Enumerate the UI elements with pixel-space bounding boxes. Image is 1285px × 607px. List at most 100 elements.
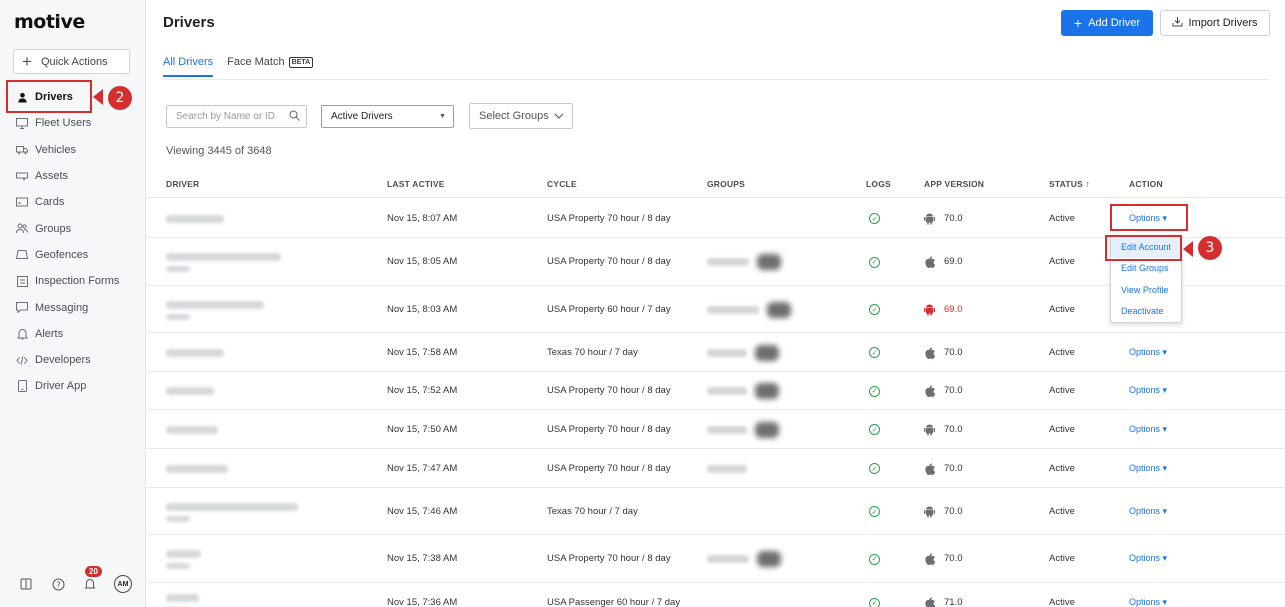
menu-item-view-profile[interactable]: View Profile [1111,279,1181,301]
sidebar-item-cards[interactable]: Cards [0,189,146,215]
group-tag-redacted [757,551,781,567]
code-icon [16,354,28,366]
table-row[interactable]: Nov 15, 7:36 AM USA Passenger 60 hour / 7… [146,583,1285,607]
log-ok-icon[interactable]: ✓ [869,597,880,607]
column-app-version[interactable]: APP VERSION [924,179,984,189]
last-active-cell: Nov 15, 7:58 AM [387,346,458,358]
apple-icon [923,384,936,398]
options-dropdown-button[interactable]: Options ▾ [1129,347,1167,358]
sidebar-item-label: Driver App [35,380,87,393]
book-icon[interactable] [18,576,34,592]
sidebar-item-assets[interactable]: Assets [0,163,146,189]
group-tag-redacted [755,421,779,438]
options-dropdown-button[interactable]: Options ▾ [1129,597,1167,607]
driver-name-redacted[interactable] [166,464,228,473]
log-ok-icon[interactable]: ✓ [869,463,880,474]
callout-pointer [93,89,103,105]
import-icon [1172,16,1183,30]
step-badge-2: 2 [108,86,132,110]
options-dropdown-button[interactable]: Options ▾ [1129,463,1167,474]
search-icon [289,110,300,124]
last-active-cell: Nov 15, 8:03 AM [387,303,458,315]
bell-icon [16,328,28,340]
options-dropdown-button[interactable]: Options ▾ [1129,424,1167,435]
group-tag-redacted [755,383,779,399]
tab-all-drivers[interactable]: All Drivers [163,56,214,77]
apple-icon [923,462,936,475]
log-ok-icon[interactable]: ✓ [869,424,880,435]
column-last-active[interactable]: LAST ACTIVE [387,179,445,189]
status-cell: Active [1049,553,1075,564]
driver-name-redacted[interactable] [166,253,281,261]
avatar[interactable]: AM [114,575,132,593]
log-ok-icon[interactable]: ✓ [869,553,880,565]
sidebar-item-groups[interactable]: Groups [0,215,146,241]
sidebar-item-driver-app[interactable]: Driver App [0,373,146,399]
sidebar-item-label: Developers [35,354,91,367]
column-logs[interactable]: LOGS [866,179,891,189]
sidebar-item-fleet-users[interactable]: Fleet Users [0,110,146,136]
plus-icon: + [22,52,32,71]
options-dropdown-button[interactable]: Options ▾ [1129,553,1167,564]
group-name-redacted [707,258,749,266]
sidebar-item-messaging[interactable]: Messaging [0,294,146,320]
column-status[interactable]: STATUS ↑ [1049,179,1090,189]
driver-name-redacted[interactable] [166,425,218,434]
driver-name-redacted[interactable] [166,594,199,602]
tab-face-match[interactable]: Face Match BETA [227,56,314,77]
table-row[interactable]: Nov 15, 7:38 AM USA Property 70 hour / 8 … [146,535,1285,583]
app-version-cell: 69.0 [944,256,963,267]
import-drivers-button[interactable]: Import Drivers [1160,10,1270,36]
table-row[interactable]: Nov 15, 7:46 AM Texas 70 hour / 7 day ✓ 70.… [146,488,1285,535]
sidebar-item-developers[interactable]: Developers [0,347,146,373]
driver-id-redacted [166,515,190,522]
table-row[interactable]: Nov 15, 7:58 AM Texas 70 hour / 7 day ✓ 70.… [146,333,1285,372]
notifications-icon[interactable]: 20 [82,566,102,592]
table-row[interactable]: Nov 15, 7:52 AM USA Property 70 hour / 8 … [146,372,1285,410]
sidebar-item-inspection-forms[interactable]: Inspection Forms [0,268,146,294]
app: motive + Quick Actions Drivers Fleet Use… [0,0,1285,607]
table-row[interactable]: Nov 15, 7:50 AM USA Property 70 hour / 8 … [146,410,1285,449]
sidebar-item-label: Vehicles [35,143,76,156]
log-ok-icon[interactable]: ✓ [869,256,880,268]
sidebar-item-label: Inspection Forms [35,275,120,288]
cycle-cell: USA Property 70 hour / 8 day [547,212,671,224]
sidebar-item-geofences[interactable]: Geofences [0,242,146,268]
driver-name-redacted[interactable] [166,387,214,395]
main-content: Drivers + Add Driver Import Drivers All … [146,0,1285,607]
import-drivers-label: Import Drivers [1188,17,1258,29]
motive-logo[interactable]: motive [14,11,85,33]
status-cell: Active [1049,597,1075,607]
log-ok-icon[interactable]: ✓ [869,506,880,517]
options-dropdown-button[interactable]: Options ▾ [1129,506,1167,517]
column-cycle[interactable]: CYCLE [547,179,577,189]
menu-item-deactivate[interactable]: Deactivate [1111,301,1181,323]
driver-name-redacted[interactable] [166,348,224,357]
app-version-cell: 70.0 [944,385,963,396]
log-ok-icon[interactable]: ✓ [869,304,880,315]
driver-name-redacted[interactable] [166,502,298,511]
log-ok-icon[interactable]: ✓ [869,385,880,397]
beta-badge: BETA [288,57,314,68]
sidebar-item-vehicles[interactable]: Vehicles [0,137,146,163]
tabs-divider [163,79,1269,80]
add-driver-button[interactable]: + Add Driver [1061,10,1153,36]
log-ok-icon[interactable]: ✓ [869,347,880,358]
column-driver[interactable]: DRIVER [166,179,199,189]
groups-select[interactable]: Select Groups [469,103,573,129]
quick-actions-button[interactable]: + Quick Actions [13,49,130,74]
search-input[interactable]: Search by Name or ID [166,105,307,128]
sidebar-item-alerts[interactable]: Alerts [0,321,146,347]
status-select[interactable]: Active Drivers ▼ [321,105,454,128]
last-active-cell: Nov 15, 7:38 AM [387,553,458,564]
log-ok-icon[interactable]: ✓ [869,213,880,224]
driver-name-redacted[interactable] [166,550,201,558]
driver-name-redacted[interactable] [166,300,264,309]
search-placeholder: Search by Name or ID [176,111,275,122]
help-icon[interactable]: ? [50,576,66,592]
driver-name-redacted[interactable] [166,214,224,223]
status-cell: Active [1049,385,1075,396]
table-row[interactable]: Nov 15, 7:47 AM USA Property 70 hour / 8 … [146,449,1285,488]
options-dropdown-button[interactable]: Options ▾ [1129,385,1167,396]
column-groups[interactable]: GROUPS [707,179,745,189]
